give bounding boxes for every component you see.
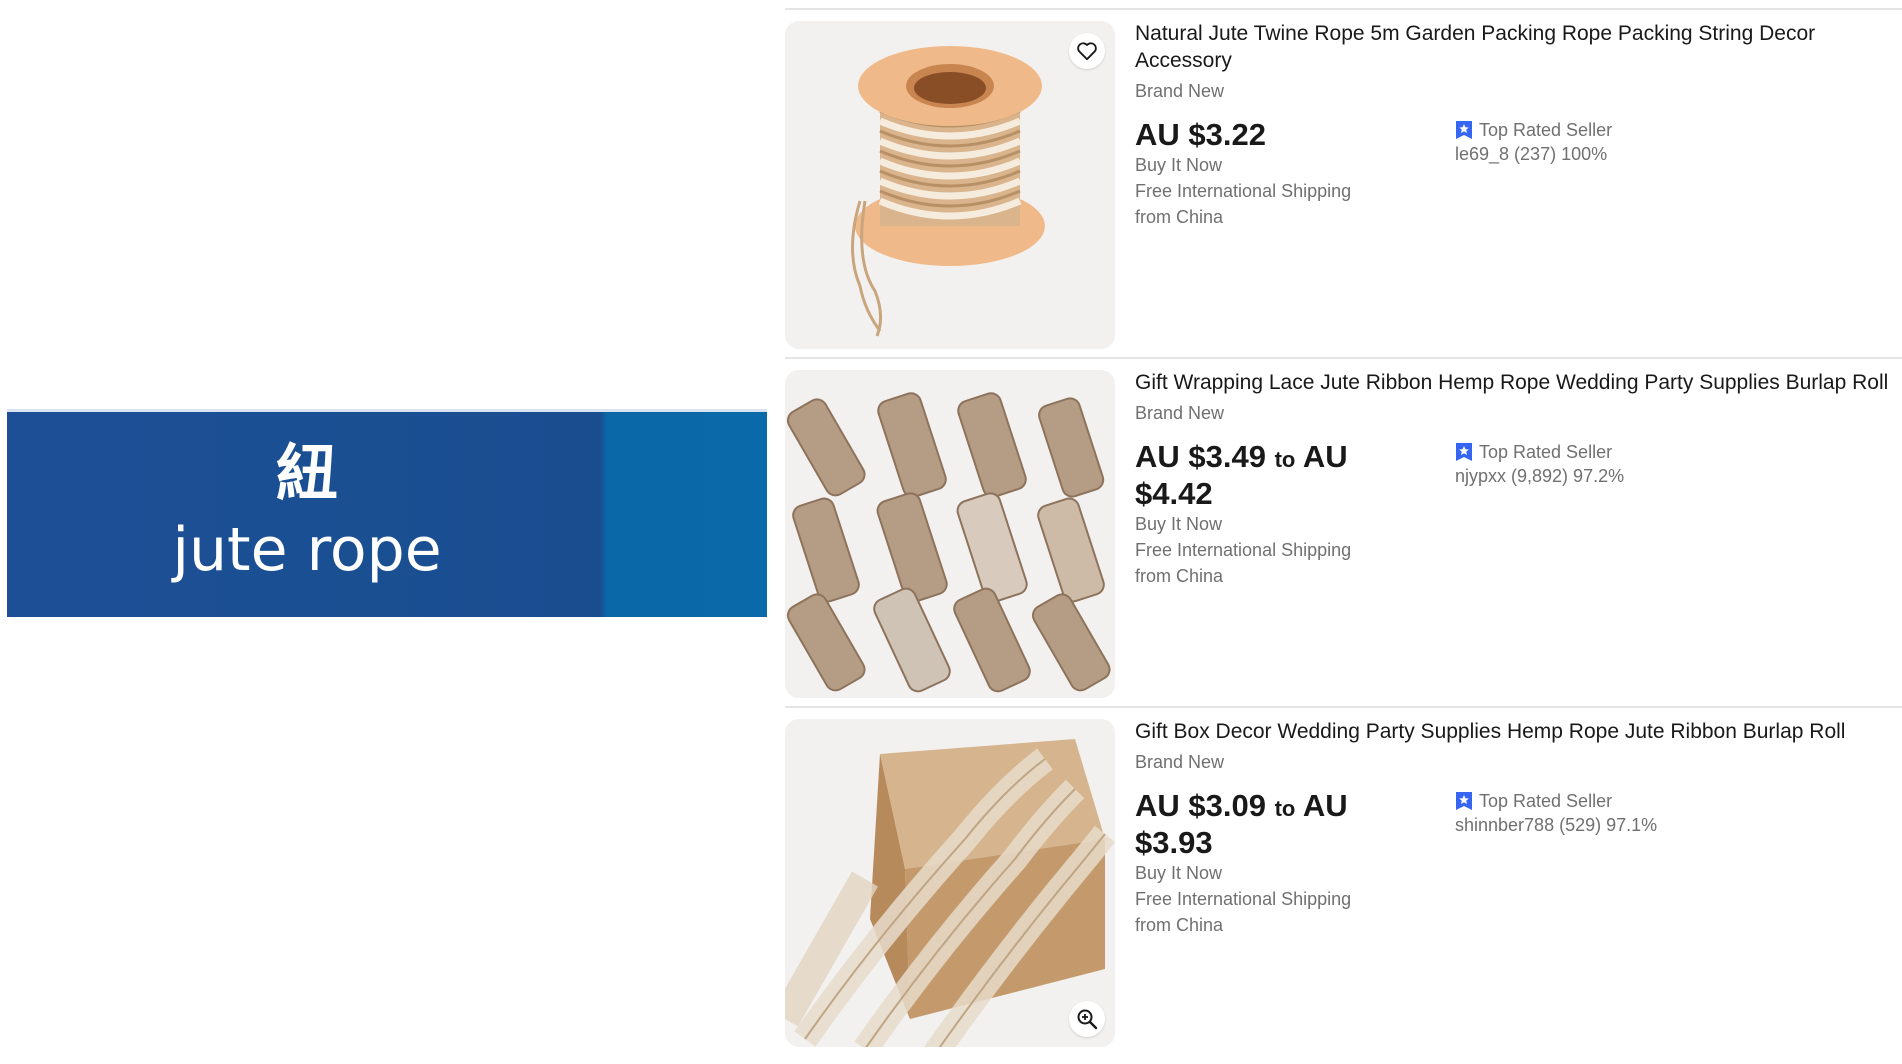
seller-info: njypxx (9,892) 97.2% [1455, 466, 1625, 486]
buy-format: Buy It Now [1135, 514, 1223, 534]
listing-info: Gift Wrapping Lace Jute Ribbon Hemp Rope… [1135, 369, 1900, 589]
listing-title[interactable]: Natural Jute Twine Rope 5m Garden Packin… [1135, 20, 1900, 74]
top-rated-badge-icon [1456, 121, 1472, 139]
listing-item[interactable]: Natural Jute Twine Rope 5m Garden Packin… [785, 8, 1902, 357]
item-origin: from China [1135, 566, 1224, 586]
shipping-info: Free International Shipping [1135, 540, 1352, 560]
listing-title[interactable]: Gift Box Decor Wedding Party Supplies He… [1135, 718, 1900, 745]
listing-info: Natural Jute Twine Rope 5m Garden Packin… [1135, 20, 1900, 230]
zoom-button[interactable] [1069, 1001, 1105, 1037]
page: 紐 jute rope Natural Jute Twine Rope 5m G… [0, 0, 1902, 1064]
seller-badge-label: Top Rated Seller [1479, 120, 1613, 140]
jute-spool-image [785, 21, 1115, 349]
listing-info: Gift Box Decor Wedding Party Supplies He… [1135, 718, 1900, 938]
top-rated-badge-icon [1456, 792, 1472, 810]
listing-title[interactable]: Gift Wrapping Lace Jute Ribbon Hemp Rope… [1135, 369, 1900, 396]
banner-text: 紐 jute rope [7, 412, 607, 617]
shipping-info: Free International Shipping [1135, 889, 1352, 909]
title-banner: 紐 jute rope [7, 409, 767, 617]
listing-condition: Brand New [1135, 403, 1225, 423]
seller-info: shinnber788 (529) 97.1% [1455, 815, 1658, 835]
seller-badge-label: Top Rated Seller [1479, 442, 1613, 462]
listing-price: AU $3.09 to AU $3.93 [1135, 788, 1348, 860]
product-image[interactable] [785, 370, 1115, 698]
banner-english: jute rope [172, 514, 442, 585]
burlap-box-image [785, 719, 1115, 1047]
item-origin: from China [1135, 915, 1224, 935]
heart-icon [1077, 42, 1097, 61]
search-results-list: Natural Jute Twine Rope 5m Garden Packin… [785, 8, 1902, 1055]
listing-price: AU $3.22 [1135, 117, 1266, 152]
seller-info: le69_8 (237) 100% [1455, 144, 1608, 164]
listing-item[interactable]: Gift Wrapping Lace Jute Ribbon Hemp Rope… [785, 357, 1902, 706]
product-image[interactable] [785, 719, 1115, 1047]
buy-format: Buy It Now [1135, 155, 1223, 175]
zoom-in-icon [1077, 1009, 1098, 1030]
listing-condition: Brand New [1135, 81, 1225, 101]
watch-button[interactable] [1069, 33, 1105, 69]
buy-format: Buy It Now [1135, 863, 1223, 883]
seller-badge-label: Top Rated Seller [1479, 791, 1613, 811]
listing-condition: Brand New [1135, 752, 1225, 772]
listing-price: AU $3.49 to AU $4.42 [1135, 439, 1348, 511]
top-rated-badge-icon [1456, 443, 1472, 461]
lace-ribbons-image [785, 370, 1115, 698]
listing-item[interactable]: Gift Box Decor Wedding Party Supplies He… [785, 706, 1902, 1055]
product-image[interactable] [785, 21, 1115, 349]
item-origin: from China [1135, 207, 1224, 227]
shipping-info: Free International Shipping [1135, 181, 1352, 201]
banner-kanji: 紐 [275, 437, 338, 511]
